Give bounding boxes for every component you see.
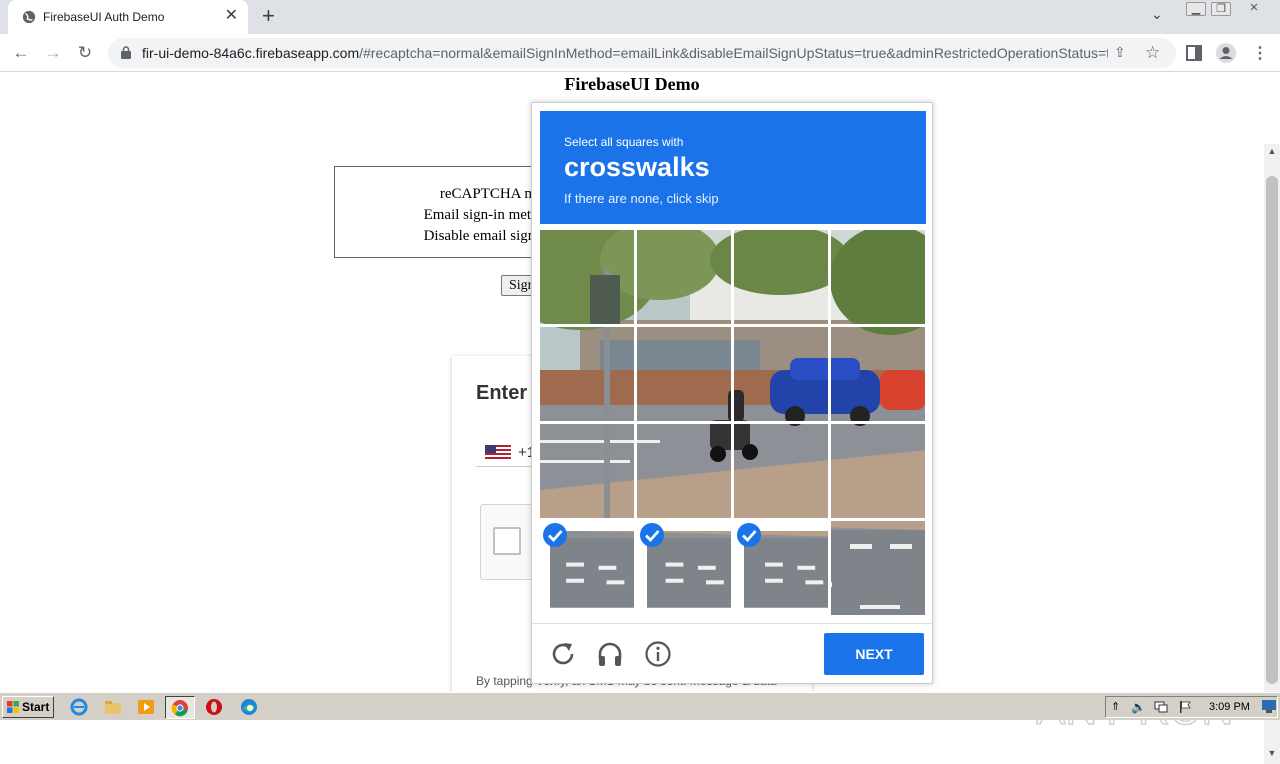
bookmark-star-icon[interactable]: ☆ bbox=[1145, 43, 1160, 63]
checkmark-icon bbox=[640, 523, 664, 547]
start-label: Start bbox=[22, 700, 50, 714]
taskbar-clock[interactable]: 3:09 PM bbox=[1209, 701, 1250, 713]
audio-headphones-icon[interactable] bbox=[595, 639, 625, 669]
challenge-tile[interactable] bbox=[831, 424, 925, 518]
challenge-tile[interactable] bbox=[540, 230, 634, 324]
tile-image bbox=[540, 230, 634, 324]
recaptcha-challenge: Select all squares with crosswalks If th… bbox=[531, 102, 933, 684]
challenge-tile[interactable] bbox=[637, 230, 731, 324]
forward-icon[interactable]: → bbox=[40, 40, 66, 66]
challenge-keyword: crosswalks bbox=[564, 152, 710, 182]
page-scrollbar[interactable]: ▲ ▼ bbox=[1264, 144, 1280, 764]
close-window-icon[interactable]: ✕ bbox=[1244, 2, 1264, 16]
page-title: FirebaseUI Demo bbox=[564, 74, 700, 94]
challenge-tile[interactable] bbox=[637, 424, 731, 518]
folder-icon[interactable] bbox=[104, 698, 122, 716]
tile-image bbox=[831, 424, 925, 518]
volume-icon[interactable]: 🔈 bbox=[1131, 700, 1146, 714]
browser-toolbar: ← → ↻ fir-ui-demo-84a6c.firebaseapp.com/… bbox=[0, 34, 1280, 72]
challenge-tile[interactable] bbox=[637, 521, 731, 615]
address-bar[interactable]: fir-ui-demo-84a6c.firebaseapp.com/#recap… bbox=[108, 38, 1176, 68]
challenge-header: Select all squares with crosswalks If th… bbox=[540, 111, 926, 224]
tile-image bbox=[637, 327, 731, 421]
tile-image bbox=[734, 424, 828, 518]
tile-image bbox=[734, 327, 828, 421]
tile-image bbox=[831, 230, 925, 324]
share-icon[interactable]: ⇪ bbox=[1114, 44, 1126, 61]
challenge-tile[interactable] bbox=[831, 230, 925, 324]
globe-icon bbox=[22, 10, 36, 24]
tile-image bbox=[637, 230, 731, 324]
reload-icon[interactable]: ↻ bbox=[72, 40, 98, 66]
taskbar: Start ⇑ 🔈 3:09 PM bbox=[0, 692, 1280, 720]
tile-image bbox=[540, 424, 634, 518]
profile-icon[interactable] bbox=[1215, 42, 1237, 64]
info-icon[interactable] bbox=[643, 639, 673, 669]
url-text: fir-ui-demo-84a6c.firebaseapp.com/#recap… bbox=[142, 45, 1108, 61]
challenge-tile[interactable] bbox=[734, 327, 828, 421]
checkmark-icon bbox=[737, 523, 761, 547]
minimize-icon[interactable]: ▁ bbox=[1186, 2, 1206, 16]
chrome-icon bbox=[171, 700, 188, 717]
url-host: fir-ui-demo-84a6c.firebaseapp.com bbox=[142, 45, 360, 61]
edge-icon[interactable] bbox=[240, 698, 258, 716]
challenge-tile[interactable] bbox=[540, 327, 634, 421]
challenge-tile[interactable] bbox=[637, 327, 731, 421]
lock-icon bbox=[121, 46, 131, 59]
internet-explorer-icon[interactable] bbox=[70, 698, 88, 716]
challenge-tile[interactable] bbox=[540, 521, 634, 615]
tab-title: FirebaseUI Auth Demo bbox=[43, 10, 165, 24]
challenge-footer-divider bbox=[532, 623, 932, 624]
opera-icon[interactable] bbox=[205, 698, 223, 716]
scroll-down-icon[interactable]: ▼ bbox=[1264, 748, 1280, 758]
side-panel-icon[interactable] bbox=[1186, 45, 1202, 61]
recaptcha-checkbox[interactable] bbox=[493, 527, 521, 555]
tile-image bbox=[831, 521, 925, 615]
chevron-down-icon[interactable]: ⌄ bbox=[1151, 6, 1163, 23]
challenge-hint: If there are none, click skip bbox=[564, 191, 719, 206]
challenge-tile[interactable] bbox=[831, 327, 925, 421]
challenge-image-grid bbox=[540, 230, 926, 616]
browser-tab[interactable]: FirebaseUI Auth Demo ✕ bbox=[8, 0, 248, 34]
url-path: /#recaptcha=normal&emailSignInMethod=ema… bbox=[359, 45, 1108, 61]
tile-image bbox=[637, 424, 731, 518]
challenge-tile[interactable] bbox=[734, 230, 828, 324]
chrome-taskbar-button[interactable] bbox=[165, 696, 195, 719]
network-icon[interactable] bbox=[1154, 700, 1168, 714]
back-icon[interactable]: ← bbox=[8, 40, 34, 66]
tab-close-icon[interactable]: ✕ bbox=[225, 8, 238, 24]
media-player-icon[interactable] bbox=[137, 698, 155, 716]
next-button[interactable]: NEXT bbox=[824, 633, 924, 675]
browser-tab-strip: FirebaseUI Auth Demo ✕ + ⌄ ▁ ❐ ✕ bbox=[0, 0, 1280, 34]
system-tray: ⇑ 🔈 3:09 PM bbox=[1105, 696, 1278, 718]
challenge-tile[interactable] bbox=[734, 424, 828, 518]
checkmark-icon bbox=[543, 523, 567, 547]
us-flag-icon[interactable] bbox=[485, 445, 511, 459]
challenge-tile[interactable] bbox=[831, 521, 925, 615]
new-tab-icon[interactable]: + bbox=[262, 5, 275, 27]
reload-icon[interactable] bbox=[548, 639, 578, 669]
tile-image bbox=[734, 230, 828, 324]
challenge-tile[interactable] bbox=[540, 424, 634, 518]
restore-icon[interactable]: ❐ bbox=[1211, 2, 1231, 16]
scrollbar-thumb[interactable] bbox=[1266, 176, 1278, 684]
menu-icon[interactable]: ⋮ bbox=[1252, 43, 1268, 63]
show-desktop-icon[interactable] bbox=[1262, 700, 1276, 713]
windows-logo-icon bbox=[7, 701, 19, 713]
scroll-up-icon[interactable]: ▲ bbox=[1264, 146, 1280, 156]
action-center-flag-icon[interactable] bbox=[1178, 700, 1192, 714]
challenge-tile[interactable] bbox=[734, 521, 828, 615]
start-button[interactable]: Start bbox=[2, 696, 54, 718]
tray-expand-icon[interactable]: ⇑ bbox=[1111, 700, 1125, 714]
challenge-instruction: Select all squares with bbox=[564, 135, 684, 149]
tile-image bbox=[831, 327, 925, 421]
tile-image bbox=[540, 327, 634, 421]
